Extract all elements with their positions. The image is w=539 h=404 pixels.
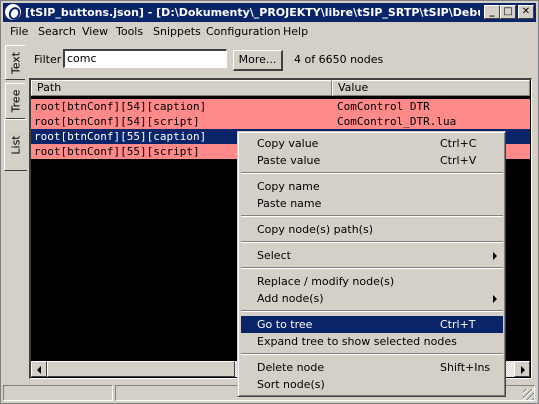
table-row[interactable]: root[btnConf][54][caption] ComControl DT… <box>31 99 530 114</box>
menu-item-label: Expand tree to show selected nodes <box>257 335 457 348</box>
menu-item-label: Delete node <box>257 361 325 374</box>
menu-item-go-to-tree[interactable]: Go to tree Ctrl+T <box>241 316 503 333</box>
scroll-thumb[interactable] <box>47 361 235 377</box>
cell-path: root[btnConf][54][caption] <box>34 100 207 113</box>
minimize-button[interactable]: _ <box>484 5 500 19</box>
tab-tree[interactable]: Tree <box>5 83 25 119</box>
cell-value: ComControl DTR <box>337 100 430 113</box>
grid-header: Path Value <box>31 80 530 96</box>
column-header-path[interactable]: Path <box>31 80 332 96</box>
menu-item-label: Copy name <box>257 180 320 193</box>
menu-help[interactable]: Help <box>283 25 308 38</box>
menu-separator <box>241 353 503 355</box>
menu-separator <box>241 241 503 243</box>
arrow-right-icon <box>521 366 525 374</box>
menu-separator <box>241 172 503 174</box>
submenu-arrow-icon <box>493 295 497 303</box>
tab-text[interactable]: Text <box>5 45 25 80</box>
close-button[interactable]: ✕ <box>518 5 534 19</box>
arrow-left-icon <box>37 366 41 374</box>
status-panel-1 <box>3 385 113 401</box>
menu-item-label: Go to tree <box>257 318 313 331</box>
node-count: 4 of 6650 nodes <box>294 53 384 66</box>
submenu-arrow-icon <box>493 252 497 260</box>
cell-value: ComControl_DTR.lua <box>337 115 457 128</box>
menu-item-label: Copy value <box>257 137 319 150</box>
menu-separator <box>241 215 503 217</box>
menu-view[interactable]: View <box>82 25 108 38</box>
menu-item-add-nodes[interactable]: Add node(s) <box>241 290 503 307</box>
menu-tools[interactable]: Tools <box>116 25 143 38</box>
app-logo-icon <box>5 4 21 20</box>
tab-text-label: Text <box>9 51 22 74</box>
menu-item-select[interactable]: Select <box>241 247 503 264</box>
cell-path: root[btnConf][54][script] <box>34 115 200 128</box>
menu-item-shortcut: Ctrl+C <box>440 137 477 150</box>
menu-snippets[interactable]: Snippets <box>153 25 201 38</box>
menu-item-copy-paths[interactable]: Copy node(s) path(s) <box>241 221 503 238</box>
scroll-left-button[interactable] <box>31 361 47 377</box>
menu-item-label: Paste value <box>257 154 321 167</box>
menu-search[interactable]: Search <box>38 25 76 38</box>
menu-item-shortcut: Ctrl+V <box>440 154 477 167</box>
menu-item-shortcut: Shift+Ins <box>440 361 491 374</box>
menu-separator <box>241 267 503 269</box>
title-bar[interactable]: [tSIP_buttons.json] - [D:\Dokumenty\_PRO… <box>3 3 536 22</box>
menu-item-delete-node[interactable]: Delete node Shift+Ins <box>241 359 503 376</box>
column-header-value[interactable]: Value <box>332 80 530 96</box>
filter-label: Filter <box>34 53 62 66</box>
menu-item-replace-modify[interactable]: Replace / modify node(s) <box>241 273 503 290</box>
menu-item-label: Sort node(s) <box>257 378 325 391</box>
window-title: [tSIP_buttons.json] - [D:\Dokumenty\_PRO… <box>25 6 480 19</box>
context-menu: Copy value Ctrl+C Paste value Ctrl+V Cop… <box>237 131 506 397</box>
menu-item-expand-tree[interactable]: Expand tree to show selected nodes <box>241 333 503 350</box>
menu-configuration[interactable]: Configuration <box>206 25 281 38</box>
scroll-right-button[interactable] <box>514 361 530 377</box>
menu-item-label: Copy node(s) path(s) <box>257 223 373 236</box>
tab-list[interactable]: List <box>4 119 27 171</box>
tab-list-label: List <box>9 135 23 155</box>
resize-grip-icon[interactable] <box>523 389 534 400</box>
more-button[interactable]: More... <box>233 50 283 71</box>
cell-path: root[btnConf][55][caption] <box>34 130 207 143</box>
menu-item-copy-name[interactable]: Copy name <box>241 178 503 195</box>
menu-item-sort-nodes[interactable]: Sort node(s) <box>241 376 503 393</box>
tab-tree-label: Tree <box>9 89 22 113</box>
maximize-button[interactable]: □ <box>500 5 516 19</box>
menu-separator <box>241 310 503 312</box>
menu-file[interactable]: File <box>10 25 28 38</box>
menu-item-label: Paste name <box>257 197 322 210</box>
menu-item-label: Replace / modify node(s) <box>257 275 395 288</box>
menu-item-copy-value[interactable]: Copy value Ctrl+C <box>241 135 503 152</box>
filter-input[interactable]: comc <box>63 49 227 68</box>
menu-item-label: Select <box>257 249 291 262</box>
menu-item-label: Add node(s) <box>257 292 324 305</box>
menu-item-shortcut: Ctrl+T <box>440 318 476 331</box>
cell-path: root[btnConf][55][script] <box>34 145 200 158</box>
app-window: [tSIP_buttons.json] - [D:\Dokumenty\_PRO… <box>0 0 539 404</box>
table-row[interactable]: root[btnConf][54][script] ComControl_DTR… <box>31 114 530 129</box>
menu-item-paste-name[interactable]: Paste name <box>241 195 503 212</box>
menu-item-paste-value[interactable]: Paste value Ctrl+V <box>241 152 503 169</box>
